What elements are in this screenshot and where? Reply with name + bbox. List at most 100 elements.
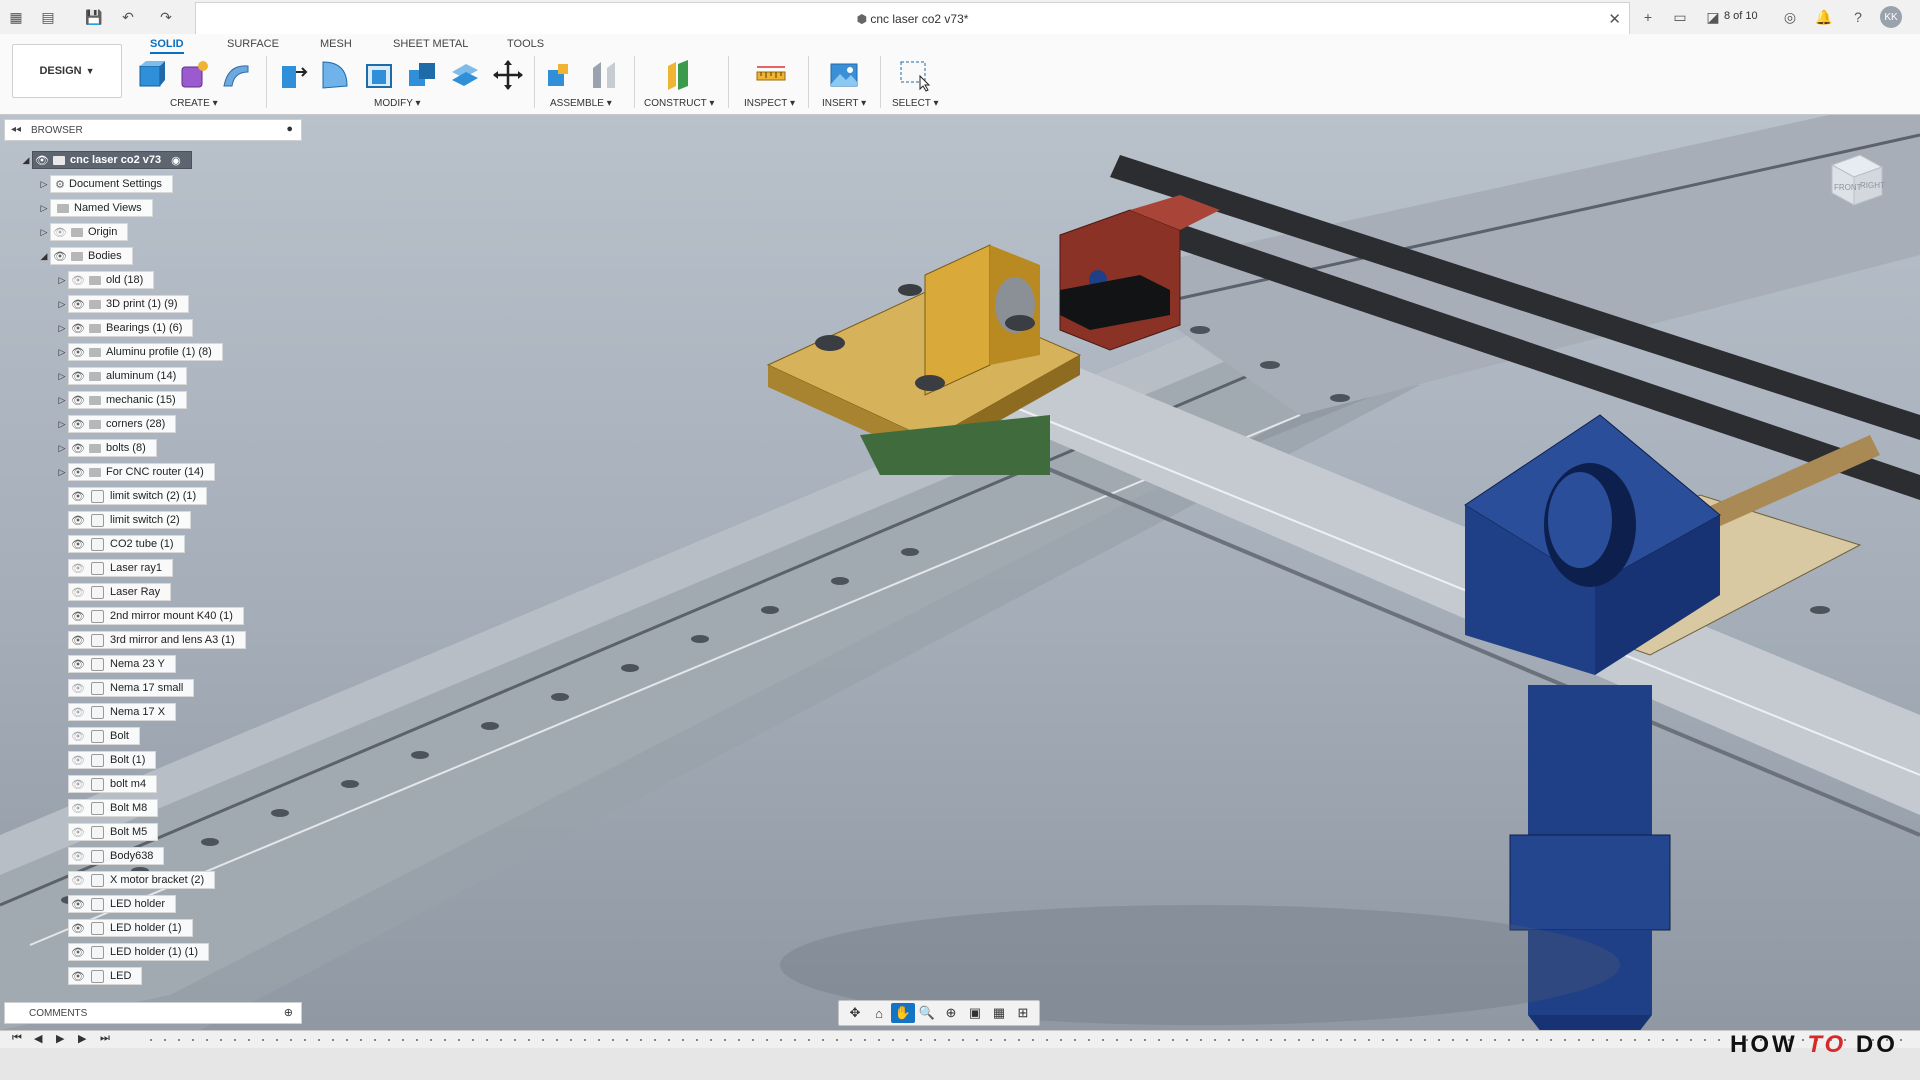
- body-folder-node[interactable]: 👁 3D print (1) (9): [68, 295, 189, 313]
- body-folder-node[interactable]: 👁 corners (28): [68, 415, 177, 433]
- select-group-label[interactable]: SELECT ▾: [892, 98, 939, 109]
- measure-icon[interactable]: [754, 58, 788, 92]
- expand-arrow-icon[interactable]: ▷: [56, 347, 68, 358]
- body-folder-row[interactable]: ▷ 👁 aluminum (14): [56, 367, 188, 385]
- activate-radio-icon[interactable]: ◉: [171, 154, 181, 167]
- body-row[interactable]: 👁 Bolt M8: [68, 799, 159, 817]
- new-tab-icon[interactable]: +: [1640, 9, 1656, 25]
- body-node[interactable]: 👁 3rd mirror and lens A3 (1): [68, 631, 246, 649]
- body-node[interactable]: 👁 Body638: [68, 847, 165, 865]
- body-row[interactable]: 👁 X motor bracket (2): [68, 871, 216, 889]
- grid-settings-icon[interactable]: ▦: [987, 1003, 1011, 1023]
- visibility-eye-icon[interactable]: 👁: [69, 322, 87, 335]
- view-cube[interactable]: FRONT RIGHT: [1820, 145, 1890, 215]
- save-icon[interactable]: 💾: [85, 9, 102, 25]
- visibility-eye-icon[interactable]: 👁: [69, 970, 87, 983]
- body-node[interactable]: 👁 bolt m4: [68, 775, 158, 793]
- visibility-eye-icon[interactable]: 👁: [69, 754, 87, 767]
- body-folder-node[interactable]: 👁 old (18): [68, 271, 155, 289]
- collapse-arrow-icon[interactable]: ◢: [20, 155, 32, 166]
- bodies-node[interactable]: 👁 Bodies: [50, 247, 133, 265]
- expand-arrow-icon[interactable]: ▷: [38, 203, 50, 214]
- visibility-eye-icon[interactable]: 👁: [69, 418, 87, 431]
- undo-icon[interactable]: ↶: [120, 9, 136, 25]
- modify-group-label[interactable]: MODIFY ▾: [374, 98, 421, 109]
- body-row[interactable]: 👁 CO2 tube (1): [68, 535, 185, 553]
- body-row[interactable]: 👁 limit switch (2): [68, 511, 191, 529]
- visibility-eye-icon[interactable]: 👁: [69, 802, 87, 815]
- visibility-eye-icon[interactable]: 👁: [69, 466, 87, 479]
- close-tab-icon[interactable]: ✕: [1608, 10, 1621, 28]
- display-settings-icon[interactable]: ▣: [963, 1003, 987, 1023]
- timeline-first-icon[interactable]: ⏮: [12, 1032, 22, 1045]
- body-node[interactable]: 👁 2nd mirror mount K40 (1): [68, 607, 244, 625]
- visibility-eye-icon[interactable]: 👁: [33, 154, 51, 167]
- expand-arrow-icon[interactable]: ▷: [38, 227, 50, 238]
- visibility-eye-icon[interactable]: 👁: [69, 826, 87, 839]
- body-node[interactable]: 👁 CO2 tube (1): [68, 535, 185, 553]
- body-folder-node[interactable]: 👁 bolts (8): [68, 439, 157, 457]
- body-row[interactable]: 👁 Laser ray1: [68, 559, 173, 577]
- body-node[interactable]: 👁 Laser ray1: [68, 559, 173, 577]
- visibility-eye-icon[interactable]: 👁: [69, 778, 87, 791]
- body-node[interactable]: 👁 Laser Ray: [68, 583, 172, 601]
- collapse-panel-icon[interactable]: ◂◂: [11, 124, 21, 135]
- expand-arrow-icon[interactable]: ▷: [56, 419, 68, 430]
- visibility-eye-icon[interactable]: 👁: [51, 250, 69, 263]
- body-folder-row[interactable]: ▷ 👁 mechanic (15): [56, 391, 187, 409]
- browser-folder-row[interactable]: ◢ 👁 Bodies: [38, 247, 133, 265]
- body-node[interactable]: 👁 LED holder (1) (1): [68, 943, 210, 961]
- redo-icon[interactable]: ↷: [158, 9, 174, 25]
- insert-group-label[interactable]: INSERT ▾: [822, 98, 866, 109]
- body-row[interactable]: 👁 LED holder (1): [68, 919, 193, 937]
- body-node[interactable]: 👁 LED: [68, 967, 143, 985]
- body-folder-row[interactable]: ▷ 👁 Bearings (1) (6): [56, 319, 194, 337]
- body-node[interactable]: 👁 X motor bracket (2): [68, 871, 216, 889]
- workspace-switcher[interactable]: DESIGN ▼: [12, 44, 122, 98]
- body-row[interactable]: 👁 Nema 23 Y: [68, 655, 176, 673]
- timeline-track[interactable]: [150, 1039, 1910, 1041]
- visibility-eye-icon[interactable]: 👁: [69, 850, 87, 863]
- file-menu-icon[interactable]: ▤: [40, 9, 56, 25]
- orbit-icon[interactable]: ✥: [843, 1003, 867, 1023]
- body-folder-row[interactable]: ▷ 👁 3D print (1) (9): [56, 295, 189, 313]
- body-node[interactable]: 👁 Bolt M8: [68, 799, 159, 817]
- expand-arrow-icon[interactable]: ▷: [56, 275, 68, 286]
- offset-plane-icon[interactable]: [662, 58, 696, 92]
- body-row[interactable]: 👁 Laser Ray: [68, 583, 172, 601]
- timeline-last-icon[interactable]: ⏭: [100, 1032, 110, 1045]
- visibility-eye-icon[interactable]: 👁: [69, 394, 87, 407]
- body-row[interactable]: 👁 Bolt M5: [68, 823, 159, 841]
- visibility-eye-icon[interactable]: 👁: [69, 586, 87, 599]
- browser-folder-row[interactable]: ▷ ⚙ Document Settings: [38, 175, 173, 193]
- timeline-prev-icon[interactable]: ◀: [34, 1032, 42, 1045]
- document-tab[interactable]: ⬢ cnc laser co2 v73* ✕: [195, 2, 1630, 34]
- visibility-eye-icon[interactable]: 👁: [69, 682, 87, 695]
- move-icon[interactable]: [491, 58, 525, 92]
- online-status-icon[interactable]: ◎: [1782, 9, 1798, 25]
- expand-arrow-icon[interactable]: ▷: [56, 443, 68, 454]
- shell-icon[interactable]: [362, 58, 396, 92]
- body-node[interactable]: 👁 Nema 23 Y: [68, 655, 176, 673]
- fillet-icon[interactable]: [319, 58, 353, 92]
- page-counter-icon[interactable]: ◪: [1705, 9, 1721, 25]
- body-node[interactable]: 👁 Nema 17 X: [68, 703, 177, 721]
- visibility-eye-icon[interactable]: 👁: [69, 610, 87, 623]
- body-row[interactable]: 👁 Nema 17 small: [68, 679, 195, 697]
- inspect-group-label[interactable]: INSPECT ▾: [744, 98, 795, 109]
- browser-folder-row[interactable]: ▷ Named Views: [38, 199, 153, 217]
- expand-arrow-icon[interactable]: ▷: [38, 179, 50, 190]
- browser-folder-row[interactable]: ▷ 👁 Origin: [38, 223, 129, 241]
- visibility-eye-icon[interactable]: 👁: [69, 442, 87, 455]
- new-component-assemble-icon[interactable]: [544, 58, 578, 92]
- body-row[interactable]: 👁 LED holder (1) (1): [68, 943, 210, 961]
- visibility-eye-icon[interactable]: 👁: [69, 562, 87, 575]
- body-row[interactable]: 👁 limit switch (2) (1): [68, 487, 208, 505]
- page-counter[interactable]: 8 of 10: [1724, 10, 1758, 22]
- body-folder-row[interactable]: ▷ 👁 Aluminu profile (1) (8): [56, 343, 223, 361]
- tab-mesh[interactable]: MESH: [320, 38, 352, 50]
- body-row[interactable]: 👁 2nd mirror mount K40 (1): [68, 607, 244, 625]
- assemble-group-label[interactable]: ASSEMBLE ▾: [550, 98, 612, 109]
- look-at-icon[interactable]: ⌂: [867, 1003, 891, 1023]
- body-node[interactable]: 👁 Bolt (1): [68, 751, 157, 769]
